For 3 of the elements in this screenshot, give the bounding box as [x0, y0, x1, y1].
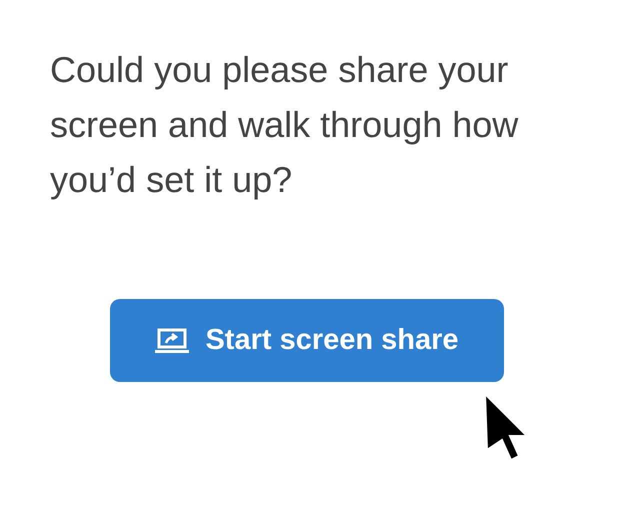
start-screen-share-button[interactable]: Start screen share — [110, 299, 504, 382]
screen-share-icon — [155, 328, 190, 354]
prompt-text: Could you please share your screen and walk through how you’d set it up? — [50, 48, 520, 202]
